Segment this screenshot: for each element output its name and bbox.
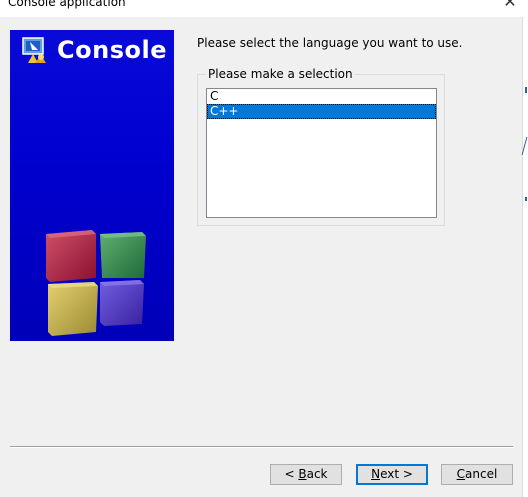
cancel-button-suffix: ancel <box>465 467 498 481</box>
instruction-text: Please select the language you want to u… <box>197 36 463 50</box>
cancel-button[interactable]: Cancel <box>441 464 513 485</box>
codeblocks-wizard-icon <box>22 37 46 63</box>
title-bar[interactable]: Console application ✕ <box>0 0 528 17</box>
next-button[interactable]: Next > <box>356 464 428 485</box>
colored-cubes-icon <box>46 230 146 336</box>
footer-separator <box>10 446 513 448</box>
cancel-button-accel: C <box>456 467 466 481</box>
back-button-accel: B <box>298 467 307 481</box>
next-button-suffix: ext > <box>380 467 413 481</box>
close-icon[interactable]: ✕ <box>502 0 518 11</box>
next-button-accel: N <box>371 467 381 481</box>
edge-mark <box>521 137 528 155</box>
wizard-banner: Console <box>10 30 174 341</box>
background-window-edge <box>521 17 528 497</box>
language-listbox[interactable]: C C++ <box>206 88 437 218</box>
groupbox-label: Please make a selection <box>206 67 355 82</box>
back-button-prefix: < <box>284 467 299 481</box>
edge-mark <box>525 87 527 93</box>
edge-mark <box>525 197 527 201</box>
banner-title: Console <box>57 36 167 64</box>
wizard-window: Console application ✕ Console Please sel… <box>0 0 528 497</box>
list-item-cpp[interactable]: C++ <box>207 104 436 119</box>
back-button-suffix: ack <box>306 467 328 481</box>
back-button[interactable]: < Back <box>270 464 342 485</box>
list-item-c[interactable]: C <box>207 89 436 104</box>
window-title: Console application <box>8 0 126 9</box>
